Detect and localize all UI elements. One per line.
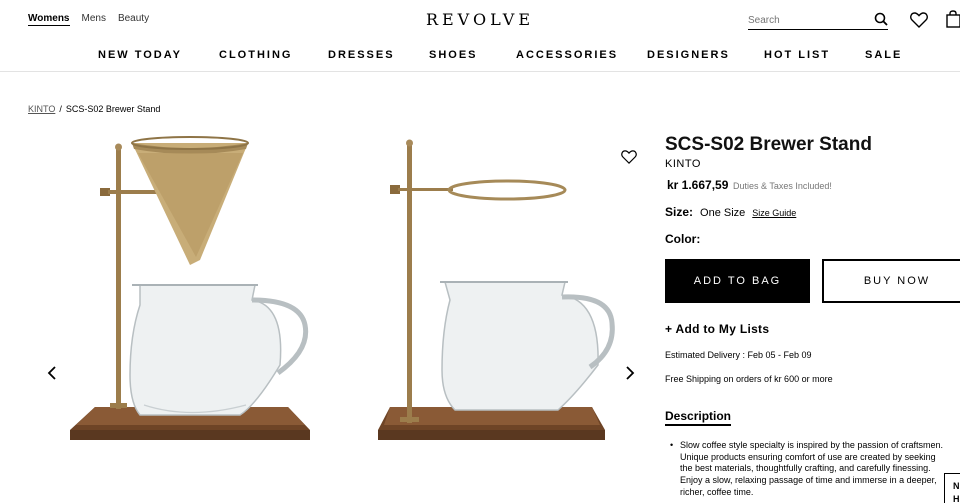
search-input[interactable] xyxy=(748,15,868,26)
chevron-right-icon[interactable] xyxy=(624,366,636,380)
search-box xyxy=(748,10,888,30)
size-row: Size: One Size Size Guide xyxy=(665,205,796,219)
chat-widget-tab[interactable]: N H xyxy=(944,473,960,503)
product-image-alt[interactable] xyxy=(370,135,620,480)
shopping-bag-icon[interactable] xyxy=(946,10,960,28)
nav-designers[interactable]: DESIGNERS xyxy=(647,49,730,61)
add-to-lists-link[interactable]: + Add to My Lists xyxy=(665,322,769,336)
nav-new-today[interactable]: NEW TODAY xyxy=(98,49,182,61)
size-guide-link[interactable]: Size Guide xyxy=(752,208,796,218)
breadcrumb-separator: / xyxy=(59,104,62,114)
product-price: kr 1.667,59 xyxy=(667,178,729,192)
product-brand[interactable]: KINTO xyxy=(665,158,701,170)
main-nav: NEW TODAY CLOTHING DRESSES SHOES ACCESSO… xyxy=(0,48,960,70)
size-label: Size: xyxy=(665,205,694,219)
nav-hot-list[interactable]: HOT LIST xyxy=(764,49,830,61)
breadcrumb-brand-link[interactable]: KINTO xyxy=(28,104,55,114)
add-to-bag-button[interactable]: ADD TO BAG xyxy=(665,259,810,303)
product-title: SCS-S02 Brewer Stand xyxy=(665,134,872,155)
nav-shoes[interactable]: SHOES xyxy=(429,49,478,61)
nav-clothing[interactable]: CLOTHING xyxy=(219,49,292,61)
estimated-delivery: Estimated Delivery : Feb 05 - Feb 09 xyxy=(665,350,812,360)
search-icon[interactable] xyxy=(874,12,888,26)
breadcrumb-current: SCS-S02 Brewer Stand xyxy=(65,104,161,114)
free-shipping-note: Free Shipping on orders of kr 600 or mor… xyxy=(665,374,833,384)
favorite-heart-icon[interactable] xyxy=(621,150,637,164)
duties-note: Duties & Taxes Included! xyxy=(733,181,832,191)
product-image-main[interactable] xyxy=(60,135,320,480)
breadcrumb: KINTO / SCS-S02 Brewer Stand xyxy=(28,104,160,114)
nav-sale[interactable]: SALE xyxy=(865,49,902,61)
nav-accessories[interactable]: ACCESSORIES xyxy=(516,49,618,61)
description-body: Slow coffee style specialty is inspired … xyxy=(670,440,960,499)
nav-divider xyxy=(0,71,960,72)
chevron-left-icon[interactable] xyxy=(46,366,58,380)
wishlist-heart-icon[interactable] xyxy=(910,12,928,28)
top-bar: Womens Mens Beauty REVOLVE xyxy=(0,0,960,40)
size-value: One Size xyxy=(700,207,746,219)
description-item: Slow coffee style specialty is inspired … xyxy=(670,440,960,499)
buy-now-button[interactable]: BUY NOW xyxy=(822,259,960,303)
color-label: Color: xyxy=(665,232,701,246)
description-tab[interactable]: Description xyxy=(665,409,732,426)
nav-dresses[interactable]: DRESSES xyxy=(328,49,395,61)
